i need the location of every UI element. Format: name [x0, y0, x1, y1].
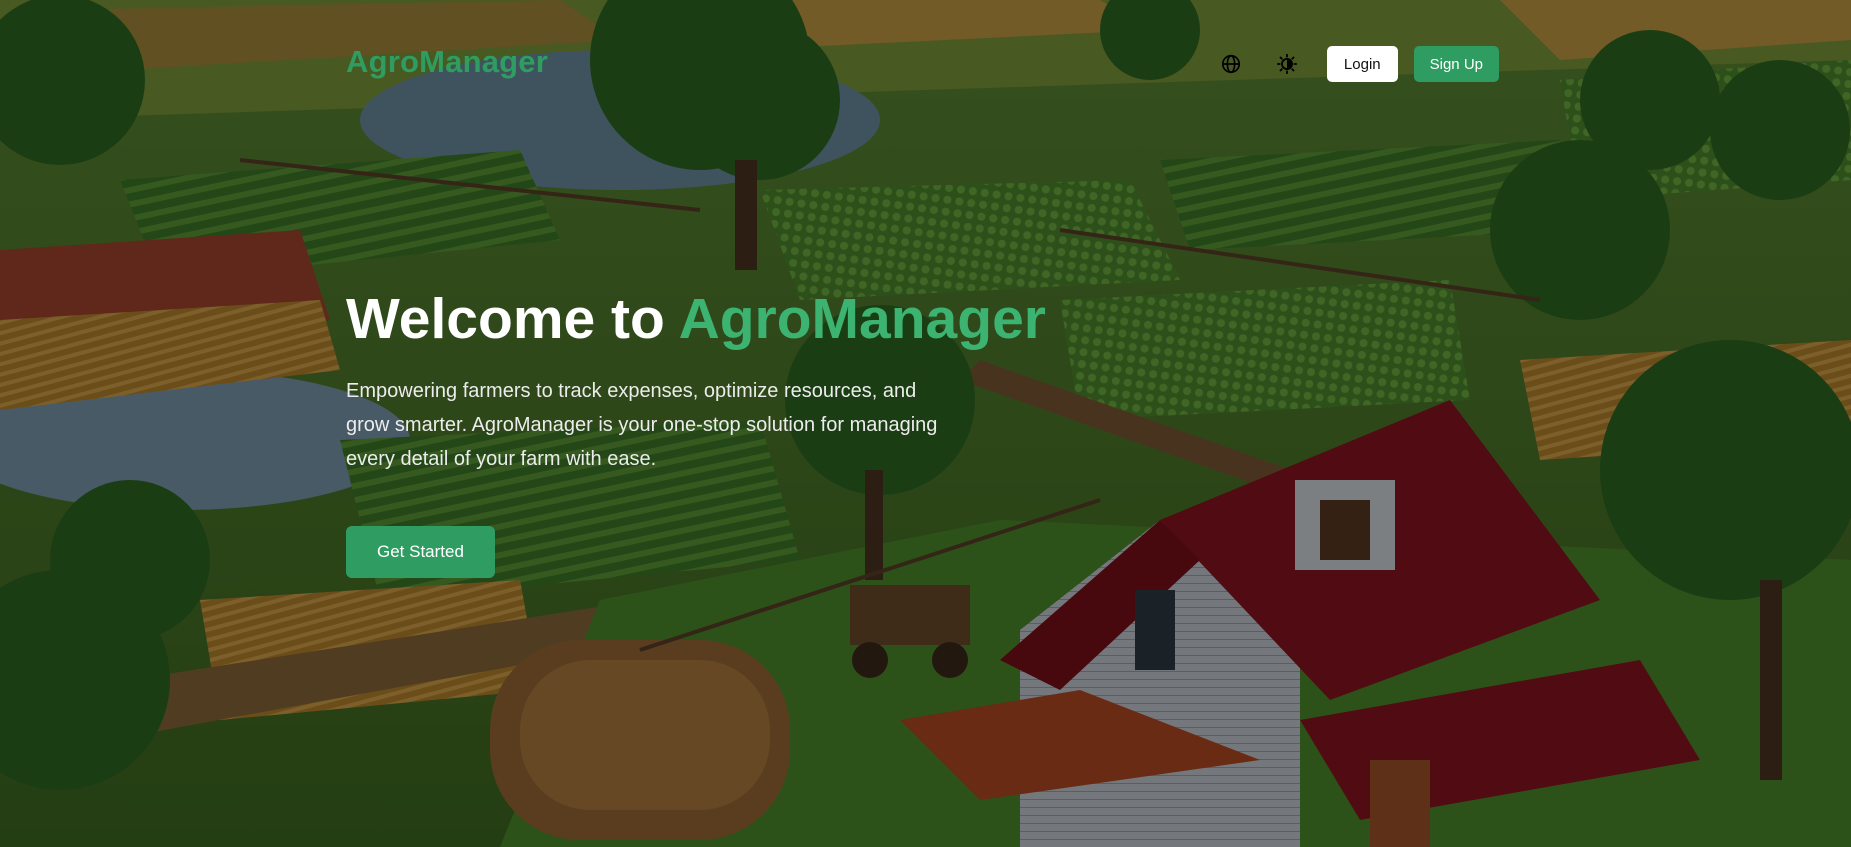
hero-subtitle: Empowering farmers to track expenses, op…	[346, 380, 938, 470]
signup-button[interactable]: Sign Up	[1413, 46, 1499, 82]
brand-logo[interactable]: AgroManager	[346, 44, 548, 80]
get-started-button[interactable]: Get Started	[346, 526, 495, 578]
hero-title-prefix: Welcome to	[346, 287, 679, 351]
globe-icon[interactable]	[1211, 46, 1251, 82]
navbar: AgroManager Login Sign Up	[0, 0, 1851, 128]
hero-title: Welcome to AgroManager	[346, 286, 1066, 352]
hero-section: AgroManager Login Sign Up Welcome to Agr…	[0, 0, 1851, 847]
hero-content: Welcome to AgroManager Empowering farmer…	[346, 286, 1066, 578]
login-button[interactable]: Login	[1326, 46, 1398, 82]
navbar-actions: Login Sign Up	[1211, 46, 1499, 82]
theme-toggle-icon[interactable]	[1267, 46, 1307, 82]
hero-title-accent: AgroManager	[678, 287, 1046, 351]
